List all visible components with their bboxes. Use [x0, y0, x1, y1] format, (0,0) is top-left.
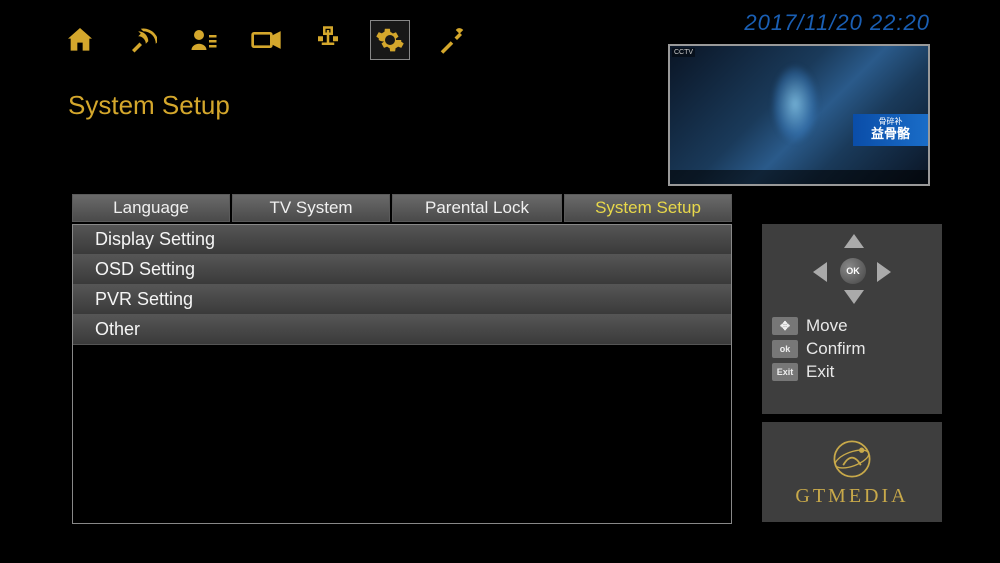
ok-icon: OK	[840, 258, 866, 284]
list-item-osd-setting[interactable]: OSD Setting	[73, 255, 731, 285]
pip-channel-tag: CCTV	[672, 48, 695, 57]
tab-language[interactable]: Language	[72, 194, 230, 222]
video-icon[interactable]	[246, 20, 286, 60]
list-item-other[interactable]: Other	[73, 315, 731, 345]
arrow-left-icon	[813, 262, 827, 282]
pip-preview: CCTV 骨碎补 益骨骼	[668, 44, 930, 186]
arrow-down-icon	[844, 290, 864, 304]
settings-icon[interactable]	[370, 20, 410, 60]
tab-system-setup[interactable]: System Setup	[564, 194, 732, 222]
home-icon[interactable]	[60, 20, 100, 60]
network-icon[interactable]	[308, 20, 348, 60]
satellite-icon[interactable]	[122, 20, 162, 60]
brand-text: GTMEDIA	[795, 485, 908, 508]
user-icon[interactable]	[184, 20, 224, 60]
list-item-display-setting[interactable]: Display Setting	[73, 225, 731, 255]
hint-move: ✥ Move	[772, 316, 932, 336]
arrow-right-icon	[877, 262, 891, 282]
tools-icon[interactable]	[432, 20, 472, 60]
exit-badge-icon: Exit	[772, 363, 798, 381]
ok-badge-icon: ok	[772, 340, 798, 358]
hint-confirm: ok Confirm	[772, 339, 932, 359]
tab-parental-lock[interactable]: Parental Lock	[392, 194, 562, 222]
hint-panel: OK ✥ Move ok Confirm Exit Exit	[762, 224, 942, 414]
pip-footer	[670, 170, 928, 184]
hint-exit: Exit Exit	[772, 362, 932, 382]
dpad-icon: OK	[807, 234, 897, 304]
tab-tv-system[interactable]: TV System	[232, 194, 390, 222]
page-title: System Setup	[68, 90, 230, 121]
arrow-up-icon	[844, 234, 864, 248]
move-badge-icon: ✥	[772, 317, 798, 335]
hint-confirm-label: Confirm	[806, 339, 866, 359]
hint-exit-label: Exit	[806, 362, 834, 382]
hint-move-label: Move	[806, 316, 848, 336]
tab-bar: Language TV System Parental Lock System …	[72, 194, 732, 222]
datetime-label: 2017/11/20 22:20	[744, 10, 930, 36]
brand-logo-icon	[830, 437, 874, 481]
menu-panel: Display Setting OSD Setting PVR Setting …	[72, 224, 732, 524]
brand-panel: GTMEDIA	[762, 422, 942, 522]
pip-banner: 骨碎补 益骨骼	[853, 114, 928, 146]
list-item-pvr-setting[interactable]: PVR Setting	[73, 285, 731, 315]
